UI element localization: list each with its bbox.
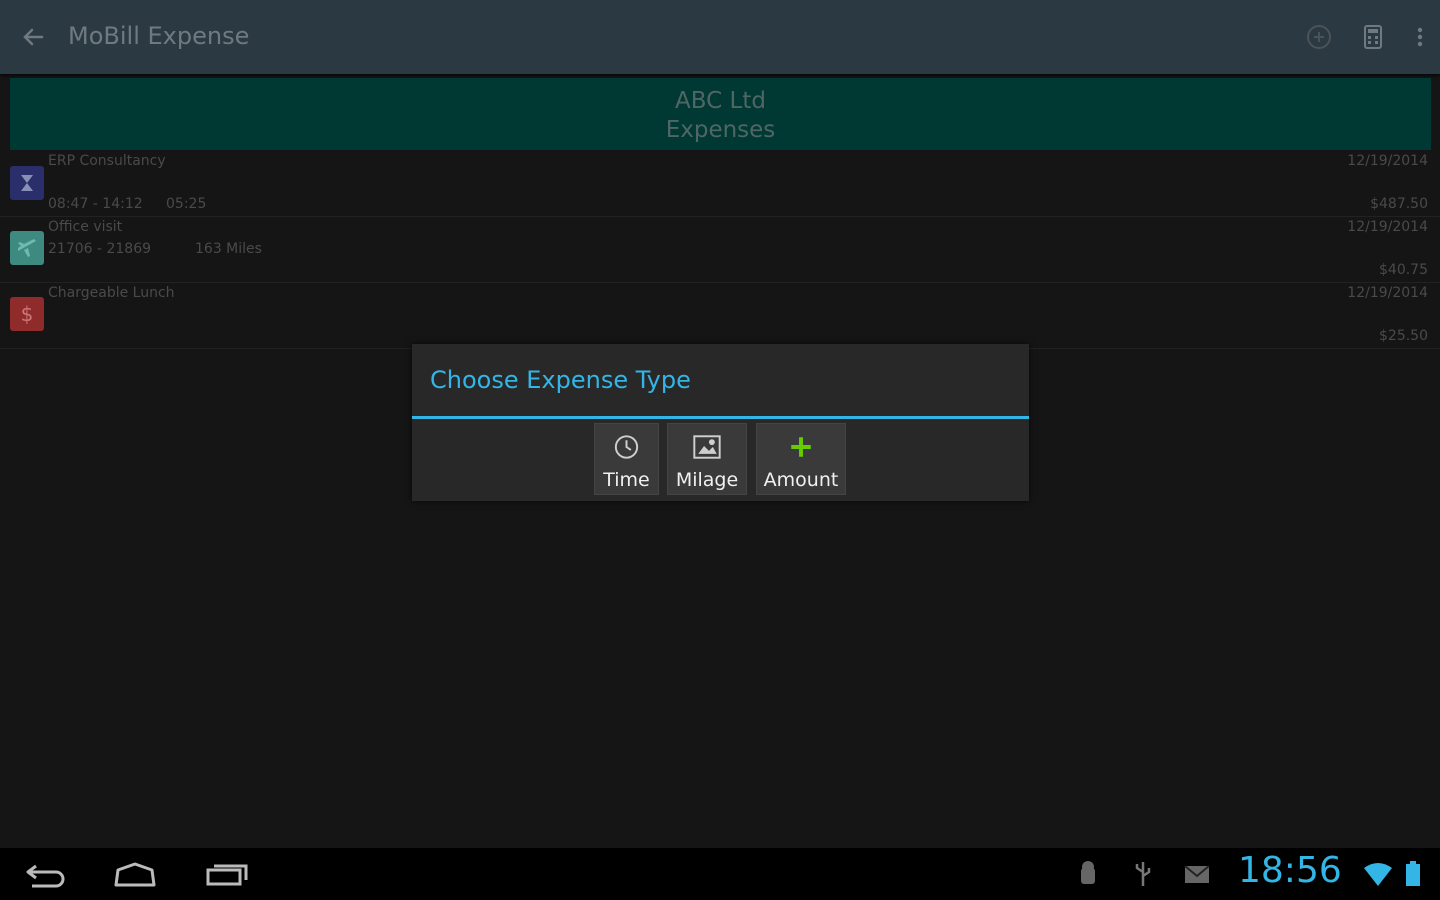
status-clock: 18:56 [1238,850,1342,891]
system-nav-bar [0,848,1440,900]
plus-icon [791,437,811,457]
company-name: ABC Ltd [675,88,766,114]
expense-miles: 163 Miles [195,241,262,257]
back-arrow-icon[interactable] [18,22,48,52]
time-button-label: Time [603,469,650,491]
nav-back-icon[interactable] [22,858,68,890]
expense-date: 12/19/2014 [1347,219,1428,235]
expense-duration: 05:25 [166,196,207,212]
gmail-icon [1184,865,1210,883]
expense-row[interactable]: $ Chargeable Lunch 12/19/2014 $25.50 [0,282,1440,349]
expense-amount: $25.50 [1379,328,1428,344]
expense-amount: $40.75 [1379,262,1428,278]
calculator-icon[interactable] [1358,22,1388,52]
android-debug-icon [1081,861,1095,884]
overflow-menu-icon[interactable] [1405,22,1435,52]
expense-title: Chargeable Lunch [48,285,175,301]
nav-home-icon[interactable] [112,858,158,890]
wifi-icon [1364,863,1392,886]
dialog-divider [412,416,1029,419]
choose-expense-type-dialog: Choose Expense Type Time Milage Amount [412,344,1029,501]
dollar-icon: $ [10,297,44,331]
amount-button[interactable]: Amount [756,423,846,495]
usb-icon [1135,862,1151,886]
clock-icon [614,435,639,459]
expense-date: 12/19/2014 [1347,153,1428,169]
action-bar: MoBill Expense [0,0,1440,74]
header-subtitle: Expenses [665,117,776,143]
expense-detail: 21706 - 21869 [48,241,152,257]
expense-title: Office visit [48,219,123,235]
add-circle-icon[interactable] [1304,22,1334,52]
company-header: ABC Ltd Expenses [10,78,1431,150]
expense-row[interactable]: ERP Consultancy 08:47 - 14:12 05:25 12/1… [0,150,1440,217]
dialog-title: Choose Expense Type [430,366,691,394]
airplane-icon [10,231,44,265]
expense-title: ERP Consultancy [48,153,166,169]
time-button[interactable]: Time [594,423,659,495]
app-title: MoBill Expense [68,22,250,50]
nav-recents-icon[interactable] [204,858,250,890]
amount-button-label: Amount [763,469,839,491]
expense-amount: $487.50 [1370,196,1428,212]
milage-button[interactable]: Milage [667,423,747,495]
battery-icon [1406,861,1420,886]
milage-button-label: Milage [675,469,739,491]
map-icon [693,435,721,459]
hourglass-icon [10,166,44,200]
expense-row[interactable]: Office visit 21706 - 21869 163 Miles 12/… [0,216,1440,283]
expense-detail: 08:47 - 14:12 [48,196,143,212]
expense-date: 12/19/2014 [1347,285,1428,301]
